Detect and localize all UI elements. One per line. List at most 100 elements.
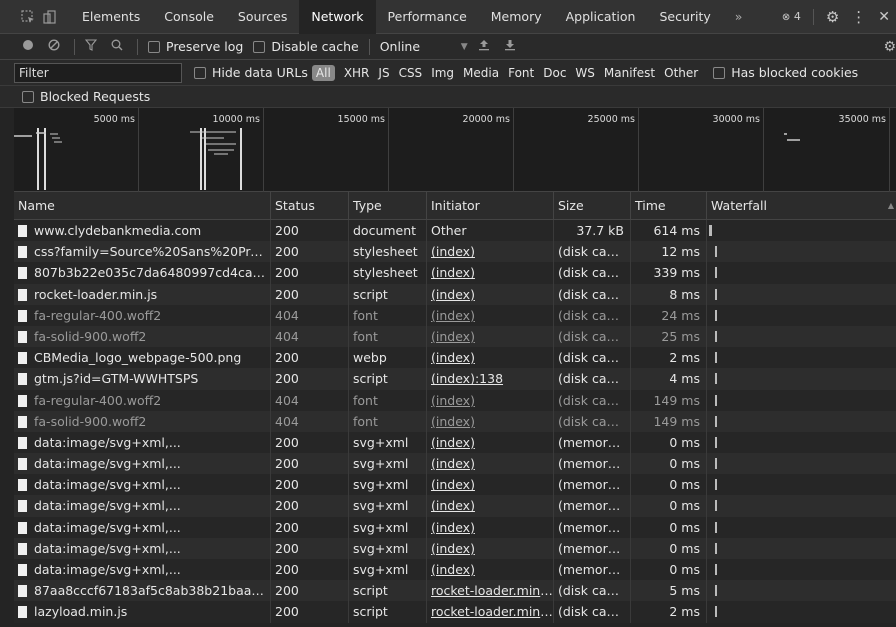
column-header-initiator[interactable]: Initiator [427, 192, 554, 220]
tab-memory[interactable]: Memory [479, 0, 554, 34]
tab-network[interactable]: Network [299, 0, 376, 34]
table-row[interactable]: data:image/svg+xml,... 200 svg+xml (index)(… [14, 474, 896, 496]
request-name-cell[interactable]: data:image/svg+xml,... [14, 474, 271, 496]
column-header-type[interactable]: Type [349, 192, 427, 220]
tab-performance[interactable]: Performance [376, 0, 479, 34]
table-row[interactable]: data:image/svg+xml,... 200 svg+xml (index)(… [14, 495, 896, 517]
request-name-cell[interactable]: data:image/svg+xml,... [14, 495, 271, 517]
disable-cache-checkbox[interactable] [253, 40, 266, 53]
tab-sources[interactable]: Sources [226, 0, 299, 34]
request-name-cell[interactable]: www.clydebankmedia.com [14, 220, 271, 242]
filter-type-all[interactable]: All [311, 64, 335, 81]
request-name-cell[interactable]: fa-solid-900.woff2 [14, 410, 271, 432]
column-header-name[interactable]: Name [14, 192, 271, 220]
request-name-cell[interactable]: lazyload.min.js [14, 601, 271, 623]
request-name-cell[interactable]: data:image/svg+xml,... [14, 431, 271, 454]
network-settings-gear-icon[interactable]: ⚙ [883, 39, 896, 55]
column-header-waterfall[interactable]: Waterfall ▲ [707, 192, 896, 220]
inspect-element-icon[interactable] [18, 7, 38, 27]
issues-badge[interactable]: ⊗ 4 [782, 10, 801, 23]
filter-type-other[interactable]: Other [664, 66, 698, 80]
has-blocked-cookies-checkbox[interactable] [713, 66, 726, 79]
initiator-cell[interactable]: (index) [427, 241, 554, 263]
request-name-cell[interactable]: 807b3b22e035c7da6480997cd4caeb13... [14, 262, 271, 284]
request-name-cell[interactable]: css?family=Source%20Sans%20Pro%... [14, 241, 271, 263]
table-row[interactable]: data:image/svg+xml,... 200 svg+xml (index)(… [14, 537, 896, 559]
search-icon[interactable] [111, 39, 123, 55]
tab-elements[interactable]: Elements [70, 0, 152, 34]
table-row[interactable]: data:image/svg+xml,... 200 svg+xml (index)(… [14, 516, 896, 538]
initiator-cell[interactable]: (index) [427, 431, 554, 454]
network-overview-timeline[interactable]: 5000 ms 10000 ms 15000 ms 20000 ms 25000 ms 3… [14, 108, 896, 192]
tab-console[interactable]: Console [152, 0, 226, 34]
more-tabs-button[interactable]: » [723, 0, 755, 34]
column-header-size[interactable]: Size [554, 192, 631, 220]
import-har-icon[interactable] [478, 39, 490, 55]
request-name-cell[interactable]: gtm.js?id=GTM-WWHTSPS [14, 368, 271, 390]
export-har-icon[interactable] [504, 39, 516, 55]
hide-data-urls-checkbox[interactable] [194, 66, 206, 79]
record-icon[interactable] [22, 39, 34, 55]
request-name-cell[interactable]: data:image/svg+xml,... [14, 516, 271, 538]
request-name-cell[interactable]: rocket-loader.min.js [14, 283, 271, 305]
column-header-time[interactable]: Time [631, 192, 707, 220]
filter-type-xhr[interactable]: XHR [344, 66, 370, 80]
table-row[interactable]: 87aa8cccf67183af5c8ab38b21baae2a.js 200 sc… [14, 580, 896, 602]
column-header-status[interactable]: Status [271, 192, 349, 220]
initiator-cell[interactable]: (index) [427, 389, 554, 411]
initiator-cell[interactable]: (index) [427, 347, 554, 369]
table-row[interactable]: CBMedia_logo_webpage-500.png 200 webp (inde… [14, 347, 896, 369]
kebab-menu-icon[interactable]: ⋮ [851, 8, 866, 26]
table-row[interactable]: data:image/svg+xml,... 200 svg+xml (index)(… [14, 453, 896, 475]
table-row[interactable]: css?family=Source%20Sans%20Pro%... 200 sty… [14, 241, 896, 263]
initiator-cell[interactable]: (index) [427, 304, 554, 326]
table-row[interactable]: fa-regular-400.woff2 404 font (index) (disk … [14, 304, 896, 326]
request-name-cell[interactable]: data:image/svg+xml,... [14, 537, 271, 559]
table-row[interactable]: lazyload.min.js 200 script rocket-loader.mi… [14, 601, 896, 623]
initiator-cell[interactable]: (index) [427, 410, 554, 432]
filter-funnel-icon[interactable] [84, 38, 98, 55]
table-row[interactable]: fa-solid-900.woff2 404 font (index) (disk ca… [14, 410, 896, 432]
initiator-cell[interactable]: rocket-loader.min.js:1 [427, 601, 554, 623]
initiator-cell[interactable]: (index) [427, 453, 554, 475]
table-row[interactable]: fa-solid-900.woff2 404 font (index) (disk ca… [14, 325, 896, 348]
table-row[interactable]: fa-regular-400.woff2 404 font (index) (disk … [14, 389, 896, 411]
close-icon[interactable]: ✕ [878, 9, 890, 25]
initiator-cell[interactable]: (index) [427, 516, 554, 538]
filter-type-img[interactable]: Img [431, 66, 454, 80]
table-row[interactable]: gtm.js?id=GTM-WWHTSPS 200 script (index):13… [14, 368, 896, 390]
filter-type-ws[interactable]: WS [575, 66, 594, 80]
initiator-cell[interactable]: (index) [427, 325, 554, 348]
request-name-cell[interactable]: data:image/svg+xml,... [14, 453, 271, 475]
tab-application[interactable]: Application [554, 0, 648, 34]
initiator-cell[interactable]: (index) [427, 262, 554, 284]
initiator-cell[interactable]: (index) [427, 537, 554, 559]
filter-type-doc[interactable]: Doc [543, 66, 566, 80]
preserve-log-checkbox[interactable] [148, 40, 160, 53]
request-name-cell[interactable]: fa-solid-900.woff2 [14, 325, 271, 348]
request-name-cell[interactable]: data:image/svg+xml,... [14, 559, 271, 581]
initiator-cell[interactable]: (index):138 [427, 368, 554, 390]
initiator-cell[interactable]: (index) [427, 283, 554, 305]
table-row[interactable]: data:image/svg+xml,... 200 svg+xml (index)(… [14, 431, 896, 454]
table-row[interactable]: 807b3b22e035c7da6480997cd4caeb13... 200st… [14, 262, 896, 284]
initiator-cell[interactable]: rocket-loader.min.js:1 [427, 580, 554, 602]
filter-type-css[interactable]: CSS [399, 66, 423, 80]
request-name-cell[interactable]: fa-regular-400.woff2 [14, 304, 271, 326]
clear-icon[interactable] [48, 38, 60, 55]
settings-gear-icon[interactable]: ⚙ [826, 8, 839, 26]
table-row[interactable]: www.clydebankmedia.com 200 document Other 37… [14, 220, 896, 242]
filter-type-manifest[interactable]: Manifest [604, 66, 655, 80]
request-name-cell[interactable]: fa-regular-400.woff2 [14, 389, 271, 411]
initiator-cell[interactable]: (index) [427, 474, 554, 496]
request-name-cell[interactable]: CBMedia_logo_webpage-500.png [14, 347, 271, 369]
initiator-cell[interactable]: (index) [427, 559, 554, 581]
initiator-cell[interactable]: (index) [427, 495, 554, 517]
filter-input[interactable]: Filter [14, 62, 182, 83]
filter-type-js[interactable]: JS [378, 66, 389, 80]
throttle-select[interactable]: Online ▼ [380, 39, 468, 54]
filter-type-font[interactable]: Font [508, 66, 534, 80]
blocked-requests-checkbox[interactable] [22, 90, 34, 103]
request-name-cell[interactable]: 87aa8cccf67183af5c8ab38b21baae2a.js [14, 580, 271, 602]
device-toolbar-icon[interactable] [40, 7, 60, 27]
